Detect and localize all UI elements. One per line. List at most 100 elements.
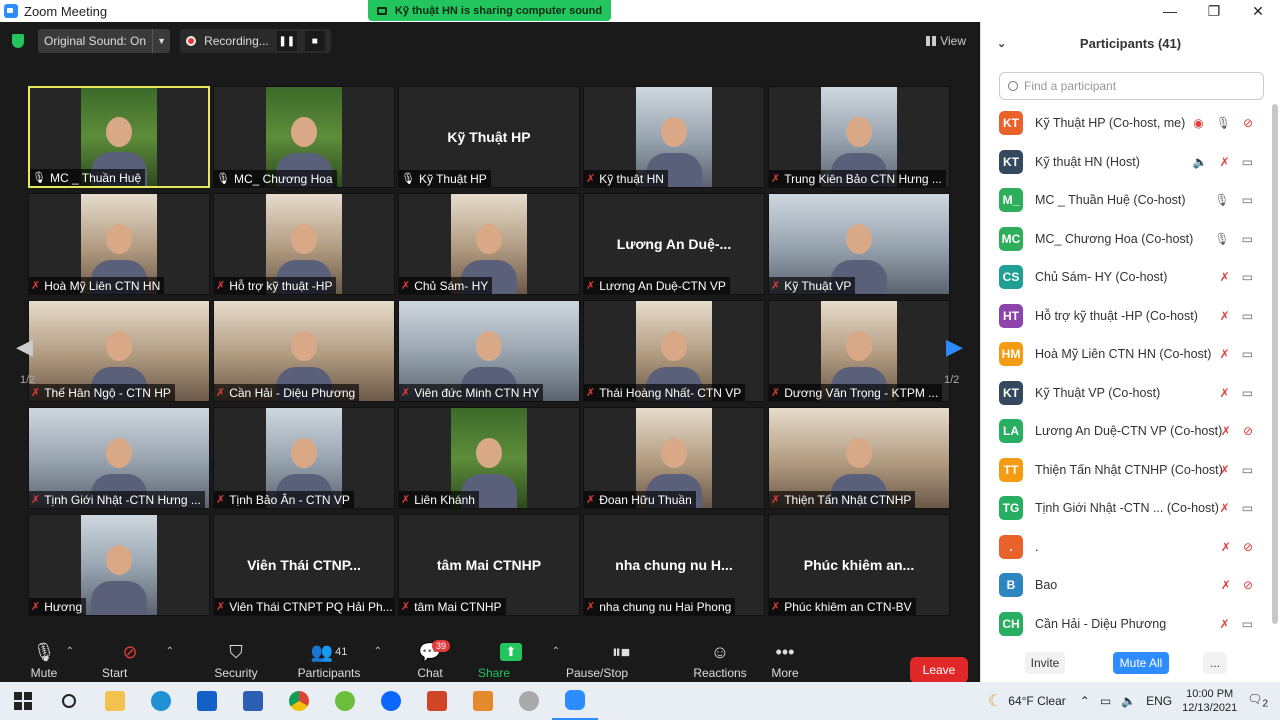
tile-name-label: ✗ Tịnh Bảo Ân - CTN VP — [214, 491, 354, 508]
participant-row[interactable]: HM Hoà Mỹ Liên CTN HN (Co-host) ✗ ▭ — [981, 335, 1273, 374]
video-tile[interactable]: ✗ Hỗ trợ kỹ thuật -HP — [213, 193, 395, 295]
original-sound-label[interactable]: Original Sound: On — [38, 34, 152, 48]
participants-button[interactable]: 👥 41 Participants ⌃ — [298, 638, 382, 681]
reactions-button[interactable]: ☺ Reactions — [693, 638, 746, 681]
participant-row[interactable]: TT Thiện Tấn Nhật CTNHP (Co-host) ✗ ▭ — [981, 451, 1273, 490]
tile-name-label: ✗ Hỗ trợ kỹ thuật -HP — [214, 277, 337, 294]
minimize-button[interactable]: — — [1148, 3, 1192, 19]
powerpoint-icon[interactable] — [414, 682, 460, 720]
chevron-up-icon[interactable]: ⌃ — [66, 646, 74, 657]
store-icon[interactable] — [184, 682, 230, 720]
video-tile[interactable]: ✗ Kỹ Thuật VP — [768, 193, 950, 295]
chevron-up-icon[interactable]: ⌃ — [552, 646, 560, 657]
more-options-button[interactable]: ... — [1203, 652, 1227, 674]
chevron-up-icon[interactable]: ⌃ — [374, 646, 382, 657]
tile-name-text: Dương Văn Trọng - KTPM ... — [784, 385, 939, 400]
participant-status-icons: ✗ ▭ — [1220, 386, 1253, 400]
video-tile[interactable]: ✗ Thiện Tấn Nhật CTNHP — [768, 407, 950, 509]
restore-button[interactable]: ❐ — [1192, 3, 1236, 20]
start-button[interactable] — [0, 682, 46, 720]
participant-row[interactable]: KT Kỹ thuật HN (Host) 🔈 ✗ ▭ — [981, 143, 1273, 182]
video-tile[interactable]: 🎙 MC_ Chương Hoa — [213, 86, 395, 188]
video-tile[interactable]: Lương An Duệ-... ✗ Lương An Duệ-CTN VP — [583, 193, 765, 295]
invite-button[interactable]: Invite — [1025, 652, 1065, 674]
disc-icon[interactable] — [506, 682, 552, 720]
video-tile[interactable]: Phúc khiêm an... ✗ Phúc khiêm an CTN-BV — [768, 514, 950, 616]
tile-name-label: ✗ Viên đức Minh CTN HY — [399, 384, 544, 401]
stop-recording-button[interactable]: ■ — [304, 31, 325, 51]
video-tile[interactable]: ✗ Trung Kiên Bảo CTN Hưng ... — [768, 86, 950, 188]
video-tile[interactable]: nha chung nu H... ✗ nha chung nu Hai Phong — [583, 514, 765, 616]
security-button[interactable]: ⛉ Security — [208, 638, 264, 681]
more-button[interactable]: ••• More — [770, 638, 800, 681]
clock[interactable]: 10:00 PM 12/13/2021 — [1182, 687, 1237, 715]
prev-page-arrow-icon[interactable]: ◀ — [16, 334, 33, 360]
chevron-down-icon[interactable]: ▼ — [152, 29, 170, 53]
file-explorer-icon[interactable] — [92, 682, 138, 720]
video-tile[interactable]: ✗ Tịnh Bảo Ân - CTN VP — [213, 407, 395, 509]
video-tile[interactable]: ✗ Liên Khánh — [398, 407, 580, 509]
close-button[interactable]: ✕ — [1236, 3, 1280, 20]
participant-row[interactable]: M_ MC _ Thuần Huệ (Co-host) 🎙 ▭ — [981, 181, 1273, 220]
word-icon[interactable] — [230, 682, 276, 720]
participant-status-icons: ✗ ⊘ — [1221, 540, 1253, 554]
video-tile[interactable]: ✗ Tịnh Giới Nhật -CTN Hưng ... — [28, 407, 210, 509]
video-tile[interactable]: tâm Mai CTNHP ✗ tâm Mai CTNHP — [398, 514, 580, 616]
participant-row[interactable]: .. ✗ ⊘ — [981, 528, 1273, 567]
zoom-taskbar-icon[interactable] — [552, 682, 598, 720]
coccoc-icon[interactable] — [322, 682, 368, 720]
participant-row[interactable]: KT Kỹ Thuật VP (Co-host) ✗ ▭ — [981, 374, 1273, 413]
volume-icon[interactable]: 🔈 — [1121, 694, 1136, 708]
notifications-icon[interactable]: 🗨2 — [1247, 692, 1268, 709]
video-tile[interactable]: Kỹ Thuật HP 🎙 Kỹ Thuật HP — [398, 86, 580, 188]
next-page-arrow-icon[interactable]: ▶ — [946, 334, 963, 360]
pause-recording-button[interactable]: ❚❚ — [276, 31, 297, 51]
chevron-up-icon[interactable]: ⌃ — [1080, 694, 1090, 708]
tile-name-label: ✗ Liên Khánh — [399, 491, 479, 508]
media-player-icon[interactable] — [460, 682, 506, 720]
scrollbar[interactable] — [1272, 104, 1278, 624]
participant-row[interactable]: MC MC_ Chương Hoa (Co-host) 🎙 ▭ — [981, 220, 1273, 259]
video-tile[interactable]: ✗ Cần Hải - Diệu Phương — [213, 300, 395, 402]
search-input[interactable]: Find a participant — [999, 72, 1264, 100]
chevron-down-icon[interactable]: ⌄ — [997, 37, 1006, 50]
person-face — [846, 438, 872, 468]
view-button[interactable]: View — [926, 34, 966, 48]
participant-row[interactable]: TG Tịnh Giới Nhật -CTN ... (Co-host) ✗ ▭ — [981, 489, 1273, 528]
video-tile[interactable]: ✗ Kỹ thuật HN — [583, 86, 765, 188]
leave-button[interactable]: Leave — [910, 657, 968, 683]
zalo-icon[interactable] — [368, 682, 414, 720]
edge-icon[interactable] — [138, 682, 184, 720]
participant-row[interactable]: CH Cần Hải - Diệu Phương ✗ ▭ — [981, 605, 1273, 644]
participant-row[interactable]: LA Lương An Duệ-CTN VP (Co-host) ✗ ⊘ — [981, 412, 1273, 451]
video-tile[interactable]: ✗ Thái Hoàng Nhất- CTN VP — [583, 300, 765, 402]
video-tile[interactable]: ✗ Viên đức Minh CTN HY — [398, 300, 580, 402]
chevron-up-icon[interactable]: ⌃ — [166, 646, 174, 657]
chrome-icon[interactable] — [276, 682, 322, 720]
original-sound-toggle[interactable]: Original Sound: On ▼ — [38, 29, 171, 53]
video-tile[interactable]: 🎙 MC _ Thuần Huệ — [28, 86, 210, 188]
chat-button[interactable]: 💬 39 Chat — [410, 638, 451, 680]
encryption-shield-icon[interactable] — [12, 34, 24, 48]
video-tile[interactable]: ✗ Hoà Mỹ Liên CTN HN — [28, 193, 210, 295]
participant-row[interactable]: HT Hỗ trợ kỹ thuật -HP (Co-host) ✗ ▭ — [981, 297, 1273, 336]
video-tile[interactable]: ✗ Thế Hân Ngộ - CTN HP — [28, 300, 210, 402]
tile-name-text: Viên đức Minh CTN HY — [414, 385, 540, 400]
video-tile[interactable]: ✗ Chủ Sám- HY — [398, 193, 580, 295]
mute-all-button[interactable]: Mute All — [1113, 652, 1169, 674]
participant-row[interactable]: KT Kỹ Thuật HP (Co-host, me) ◉ 🎙 ⊘ — [981, 104, 1273, 143]
participant-row[interactable]: CS Chủ Sám- HY (Co-host) ✗ ▭ — [981, 258, 1273, 297]
search-icon[interactable] — [46, 682, 92, 720]
network-icon[interactable]: ▭ — [1100, 694, 1111, 708]
video-tile[interactable]: ✗ Hương — [28, 514, 210, 616]
sharing-banner[interactable]: Kỹ thuật HN is sharing computer sound — [368, 0, 611, 21]
language-indicator[interactable]: ENG — [1146, 694, 1172, 708]
participant-row[interactable]: B Bao ✗ ⊘ — [981, 566, 1273, 605]
person-face — [106, 117, 132, 148]
video-tile[interactable]: ✗ Dương Văn Trọng - KTPM ... — [768, 300, 950, 402]
video-tile[interactable]: ✗ Đoan Hữu Thuần — [583, 407, 765, 509]
mute-button[interactable]: 🎙 Mute ⌃ — [30, 638, 74, 681]
weather-text[interactable]: 64°F Clear — [1008, 694, 1066, 708]
video-tile[interactable]: Viên Thái CTNP... ✗ Viên Thái CTNPT PQ Hải… — [213, 514, 395, 616]
tile-name-text: Phúc khiêm an CTN-BV — [784, 599, 912, 614]
